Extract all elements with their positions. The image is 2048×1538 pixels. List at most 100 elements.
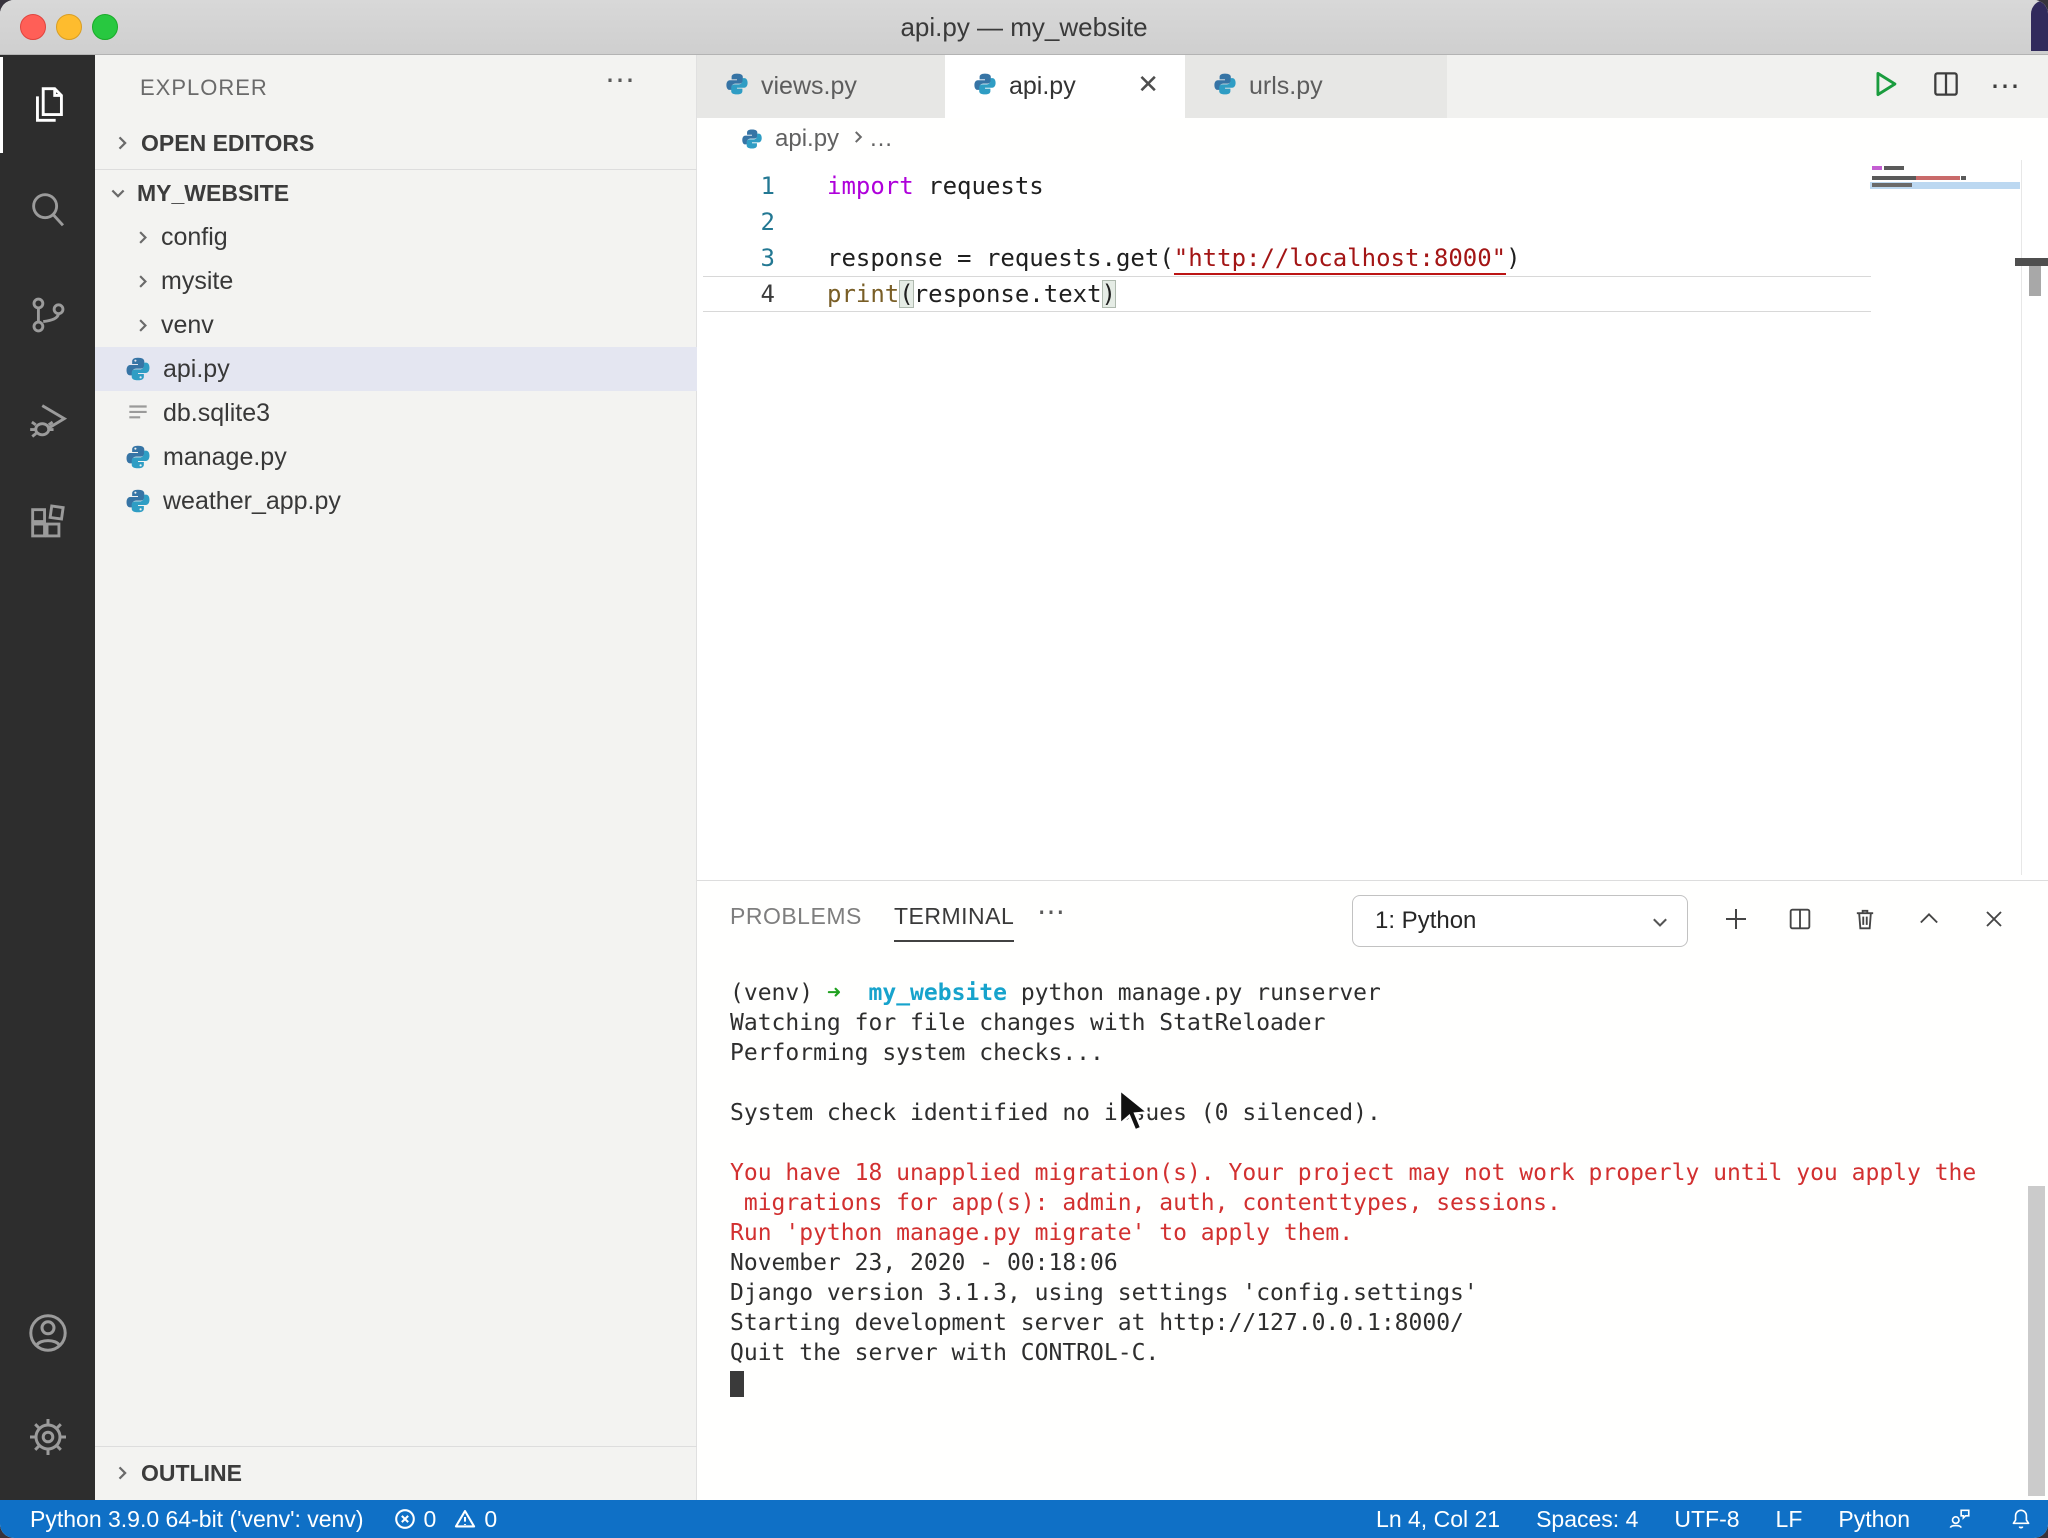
notifications-button[interactable]: [2008, 1506, 2034, 1532]
settings-button[interactable]: [0, 1389, 95, 1485]
panel-more-actions[interactable]: ⋯: [1037, 895, 1067, 928]
bell-icon: [2008, 1506, 2034, 1532]
open-editors-section[interactable]: OPEN EDITORS: [95, 118, 697, 168]
editor-scrollbar-cap: [2015, 258, 2048, 266]
extensions-icon: [25, 502, 71, 548]
language-mode-status[interactable]: Python: [1838, 1506, 1910, 1533]
explorer-sidebar: EXPLORER ⋯ OPEN EDITORS MY_WEBSITE confi…: [95, 55, 697, 1500]
new-terminal-button[interactable]: [1714, 897, 1758, 941]
feedback-icon: [1946, 1506, 1972, 1532]
panel-tab-terminal[interactable]: TERMINAL: [894, 903, 1014, 942]
split-terminal-button[interactable]: [1778, 897, 1822, 941]
cursor-position-status[interactable]: Ln 4, Col 21: [1376, 1506, 1500, 1533]
line-number: 2: [697, 208, 775, 236]
panel-tab-problems[interactable]: PROBLEMS: [730, 903, 862, 930]
tree-item-api-py[interactable]: api.py: [95, 347, 697, 391]
line-number: 3: [697, 244, 775, 272]
activity-explorer[interactable]: [0, 57, 95, 153]
tab-views-py[interactable]: views.py: [697, 55, 945, 118]
run-python-file-button[interactable]: [1868, 67, 1902, 106]
problems-status[interactable]: 0 0: [394, 1506, 498, 1533]
terminal-line: Django version 3.1.3, using settings 'co…: [730, 1278, 2030, 1308]
terminal-output[interactable]: (venv) ➜ my_website python manage.py run…: [730, 978, 2030, 1398]
files-icon: [25, 82, 71, 128]
tree-item-weather-app-py[interactable]: weather_app.py: [95, 479, 697, 523]
tree-item-config[interactable]: config: [95, 215, 697, 259]
code-line-4[interactable]: 4 print(response.text): [697, 276, 1867, 312]
breadcrumb-symbol[interactable]: …: [869, 125, 893, 153]
python-interpreter-status[interactable]: Python 3.9.0 64-bit ('venv': venv): [30, 1506, 364, 1533]
eol-status[interactable]: LF: [1776, 1506, 1803, 1533]
close-icon: [1980, 905, 2008, 933]
bottom-panel: PROBLEMS TERMINAL ⋯ 1: Python: [697, 880, 2048, 1500]
terminal-line: November 23, 2020 - 00:18:06: [730, 1248, 2030, 1278]
chevron-right-icon: [129, 228, 155, 247]
warning-icon: [454, 1508, 476, 1530]
minimap[interactable]: [1870, 160, 2020, 875]
plus-icon: [1721, 904, 1751, 934]
indentation-status[interactable]: Spaces: 4: [1536, 1506, 1638, 1533]
tree-item-mysite[interactable]: mysite: [95, 259, 697, 303]
breadcrumb-file[interactable]: api.py: [775, 125, 839, 153]
close-panel-button[interactable]: [1972, 897, 2016, 941]
chevron-right-icon: [109, 133, 135, 153]
divider: [95, 169, 697, 170]
python-icon: [125, 444, 151, 470]
split-icon: [1786, 905, 1814, 933]
encoding-status[interactable]: UTF-8: [1674, 1506, 1739, 1533]
terminal-line: [730, 1068, 2030, 1098]
split-editor-button[interactable]: [1930, 68, 1962, 105]
database-file-icon: [125, 400, 151, 426]
account-button[interactable]: [0, 1285, 95, 1381]
run-debug-icon: [25, 397, 71, 443]
trash-icon: [1851, 905, 1879, 933]
folder-root[interactable]: MY_WEBSITE: [95, 171, 697, 215]
title-bar: api.py — my_website: [0, 0, 2048, 55]
more-actions-button[interactable]: ⋯: [1990, 69, 2022, 104]
tab-urls-py[interactable]: urls.py: [1185, 55, 1447, 118]
activity-search[interactable]: [0, 162, 95, 258]
python-icon: [1213, 72, 1237, 101]
mouse-cursor: [1118, 1088, 1156, 1145]
terminal-line: System check identified no issues (0 sil…: [730, 1098, 2030, 1128]
code-line-3[interactable]: 3 response = requests.get("http://localh…: [697, 240, 1867, 276]
background-window-corner: [2031, 0, 2048, 51]
window-title: api.py — my_website: [0, 0, 2048, 55]
terminal-line: Performing system checks...: [730, 1038, 2030, 1068]
maximize-panel-button[interactable]: [1907, 897, 1951, 941]
minimap-border: [2021, 160, 2022, 875]
outline-section[interactable]: OUTLINE: [95, 1447, 697, 1499]
status-bar: Python 3.9.0 64-bit ('venv': venv) 0 0 L…: [0, 1500, 2048, 1538]
terminal-line: Run 'python manage.py migrate' to apply …: [730, 1218, 2030, 1248]
code-line-2[interactable]: 2: [697, 204, 1867, 240]
explorer-more-actions[interactable]: ⋯: [605, 63, 637, 98]
tab-bar: views.py api.py ✕ urls.py: [697, 55, 2048, 118]
tree-item-manage-py[interactable]: manage.py: [95, 435, 697, 479]
search-icon: [25, 187, 71, 233]
terminal-scrollbar[interactable]: [2028, 1186, 2045, 1496]
tree-item-venv[interactable]: venv: [95, 303, 697, 347]
tab-api-py[interactable]: api.py ✕: [945, 55, 1185, 118]
kill-terminal-button[interactable]: [1843, 897, 1887, 941]
close-tab-icon[interactable]: ✕: [1137, 69, 1159, 100]
code-line-1[interactable]: 1 import requests: [697, 168, 1867, 204]
editor-scrollbar[interactable]: [2029, 266, 2041, 296]
activity-source-control[interactable]: [0, 267, 95, 363]
terminal-line: You have 18 unapplied migration(s). Your…: [730, 1158, 2030, 1188]
chevron-down-icon: [105, 183, 131, 203]
python-icon: [741, 128, 763, 150]
chevron-up-icon: [1915, 905, 1943, 933]
activity-run-debug[interactable]: [0, 372, 95, 468]
tree-item-db-sqlite3[interactable]: db.sqlite3: [95, 391, 697, 435]
terminal-cursor-line: [730, 1368, 2030, 1398]
python-icon: [725, 72, 749, 101]
activity-bar: [0, 55, 95, 1500]
python-icon: [973, 72, 997, 101]
chevron-right-icon: [129, 272, 155, 291]
chevron-right-icon: [109, 1463, 135, 1483]
terminal-line: migrations for app(s): admin, auth, cont…: [730, 1188, 2030, 1218]
activity-extensions[interactable]: [0, 477, 95, 573]
feedback-button[interactable]: [1946, 1506, 1972, 1532]
breadcrumb[interactable]: api.py …: [697, 118, 2048, 160]
terminal-selector[interactable]: 1: Python: [1352, 895, 1688, 947]
